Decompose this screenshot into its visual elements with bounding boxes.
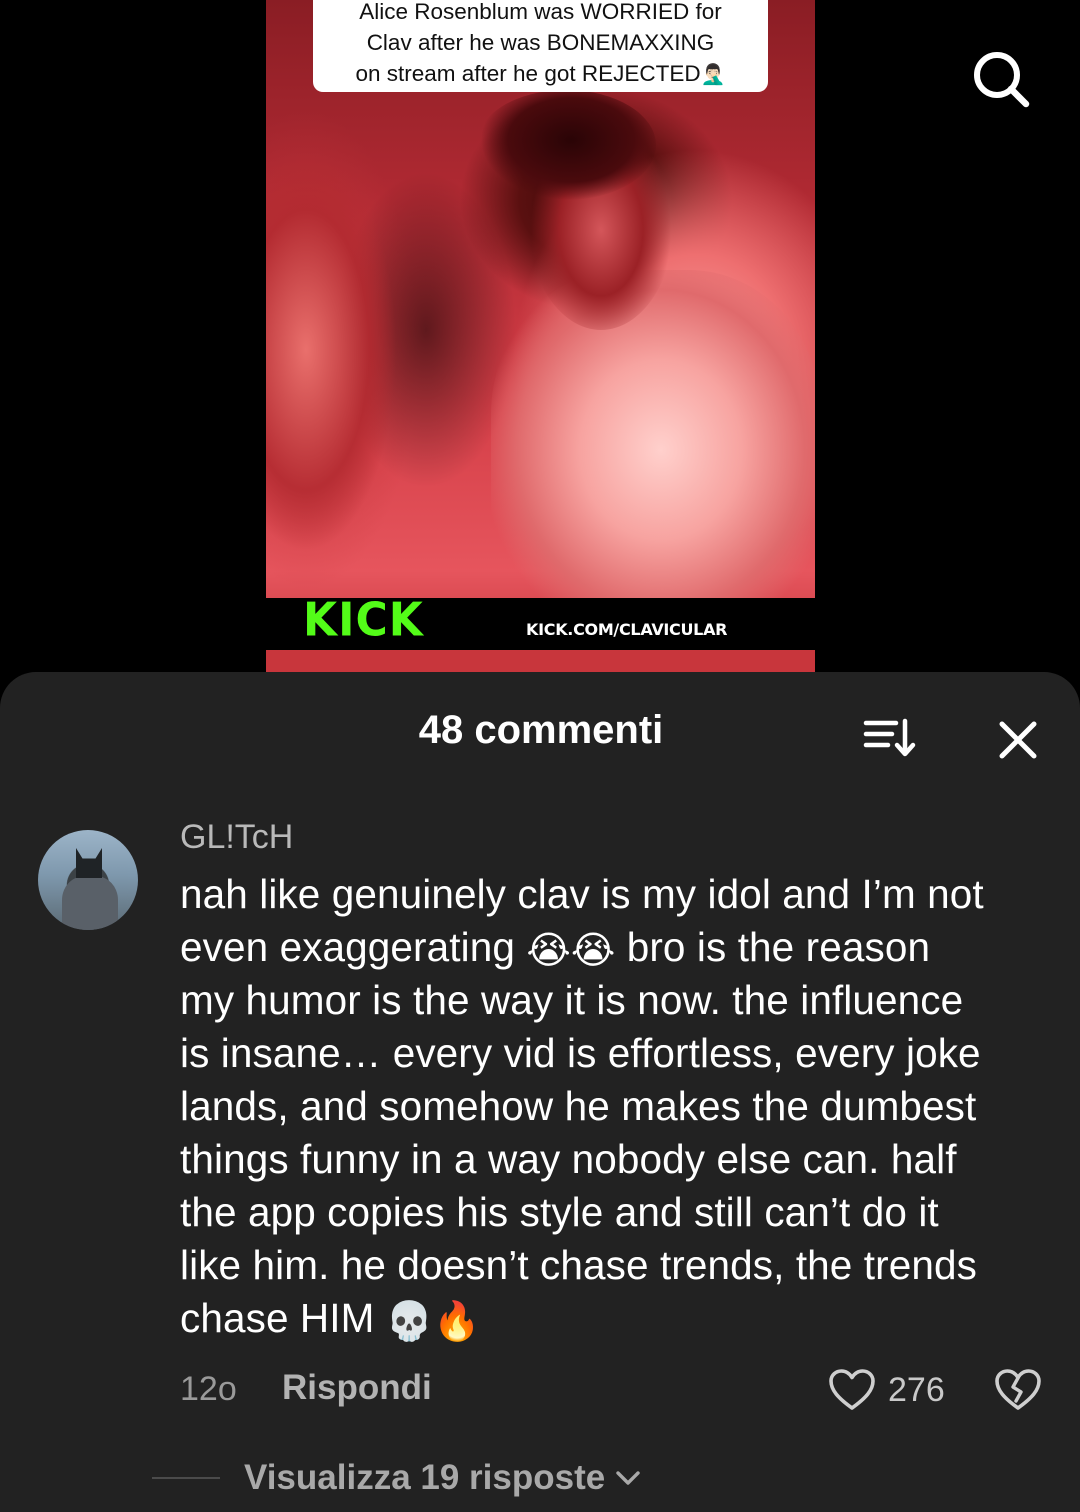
comment-line: is insane… every vid is effortless, ever… [180, 1030, 981, 1076]
comment-line-part: even exaggerating [180, 924, 515, 970]
view-replies-label: Visualizza 19 risposte [244, 1458, 606, 1497]
comment-line: chase HIM 💀🔥 [180, 1292, 1050, 1345]
kick-url: KICK.COM/CLAVICULAR [526, 620, 728, 639]
dislike-button[interactable] [990, 1364, 1046, 1416]
comment-line: things funny in a way nobody else can. h… [180, 1136, 957, 1182]
crying-emoji: 😭😭 [526, 928, 616, 972]
comment-timestamp: 12o [180, 1370, 237, 1408]
facepalm-emoji: 🤦🏻‍♂️ [700, 64, 726, 86]
search-icon [974, 52, 1030, 108]
avatar-figure-head [76, 848, 102, 878]
caption-line-1: Alice Rosenblum was WORRIED for [359, 0, 722, 24]
avatar[interactable] [38, 830, 138, 930]
caption-line-3-text: on stream after he got REJECTED [355, 61, 701, 86]
video-person-shirt [491, 270, 815, 630]
heart-icon [829, 1369, 875, 1410]
replies-divider [152, 1477, 220, 1479]
sort-icon [863, 718, 916, 757]
comment-line: lands, and somehow he makes the dumbest [180, 1083, 977, 1129]
comment-line-part: chase HIM [180, 1295, 375, 1341]
close-button[interactable] [990, 712, 1046, 768]
broken-heart-icon [995, 1369, 1041, 1410]
like-button[interactable]: 276 [828, 1364, 945, 1416]
comment-line: nah like genuinely clav is my idol and I… [180, 871, 984, 917]
comment-line: like him. he doesn’t chase trends, the t… [180, 1242, 977, 1288]
comment-line: even exaggerating 😭😭 bro is the reason [180, 921, 1050, 974]
comment-line-part: bro is the reason [626, 924, 931, 970]
avatar-figure-body [62, 876, 118, 930]
chevron-down-icon [616, 1471, 640, 1485]
video-person-hair [476, 90, 656, 200]
like-count: 276 [888, 1370, 945, 1409]
video-player[interactable] [266, 0, 815, 672]
sort-button[interactable] [860, 712, 918, 762]
comments-title: 48 commenti [0, 708, 1080, 753]
comment-username[interactable]: GL!TcH [180, 818, 293, 857]
reply-button[interactable]: Rispondi [282, 1368, 432, 1408]
skull-fire-emoji: 💀🔥 [385, 1299, 481, 1343]
comment-line: my humor is the way it is now. the influ… [180, 977, 964, 1023]
view-replies-button[interactable]: Visualizza 19 risposte [244, 1458, 641, 1498]
close-icon [999, 721, 1037, 759]
comments-count-label: 48 commenti [418, 708, 664, 752]
search-button[interactable] [966, 44, 1036, 114]
caption-line-2: Clav after he was BONEMAXXING [366, 30, 715, 55]
caption-line-3: on stream after he got REJECTED🤦🏻‍♂️ [313, 58, 768, 91]
video-caption: Alice Rosenblum was WORRIED for Clav aft… [313, 0, 768, 92]
comment-line: the app copies his style and still can’t… [180, 1189, 939, 1235]
video-person-left [266, 150, 406, 620]
video-bottom-strip [266, 650, 815, 672]
comment-body: nah like genuinely clav is my idol and I… [180, 868, 1050, 1345]
kick-logo: KICK [303, 593, 424, 648]
